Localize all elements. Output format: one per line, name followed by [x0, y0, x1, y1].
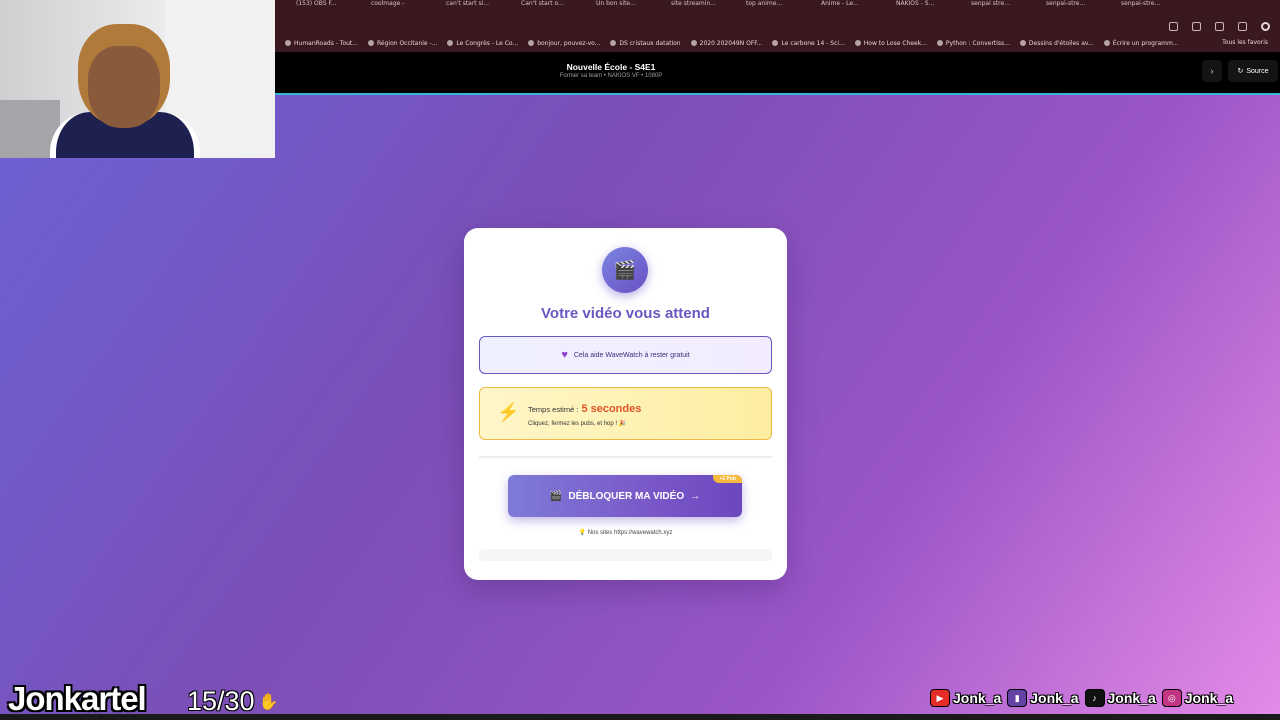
youtube-icon: ▶ [930, 689, 950, 707]
support-text: Cela aide WaveWatch à rester gratuit [573, 351, 690, 359]
bookmark-favicon-icon [854, 40, 861, 46]
browser-tab[interactable]: senpai-stre... [1040, 0, 1115, 8]
social-handle: Jonk_a [1107, 690, 1156, 706]
bookmark-label: Dessins d'étoiles av... [1028, 39, 1094, 47]
bookmark-item[interactable]: How to Lose Cheek... [854, 39, 927, 47]
bookmark-label: Écrire un programm... [1112, 39, 1179, 47]
source-label: Source [1246, 67, 1269, 75]
bookmark-favicon-icon [1019, 40, 1026, 46]
clapperboard-icon: 🎬 [602, 247, 648, 293]
star-icon[interactable] [1192, 22, 1201, 31]
sub-count-text: 15/30 [187, 686, 255, 716]
sub-goal: 15/30 ✋ [187, 686, 279, 717]
social-handle: Jonk_a [953, 690, 1002, 706]
bookmark-label: Le carbone 14 - Sci... [781, 39, 845, 47]
heart-icon: ♥ [561, 349, 568, 361]
lightning-icon: ⚡ [497, 402, 520, 422]
source-button[interactable]: ↻ Source [1228, 60, 1278, 82]
social-instagram: ◎ Jonk_a [1161, 689, 1233, 707]
bookmark-item[interactable]: HumanRoads - Tout... [285, 40, 358, 47]
cast-icon[interactable] [1169, 22, 1178, 31]
bookmark-label: Région Occitanie -... [377, 39, 438, 47]
browser-tab[interactable]: top anime... [740, 0, 815, 8]
twitch-icon: ▮ [1007, 689, 1028, 707]
social-twitch: ▮ Jonk_a [1007, 689, 1079, 707]
unlock-video-button[interactable]: 🎬 DÉBLOQUER MA VIDÉO → +1 Pub [508, 475, 742, 517]
modal-title: Votre vidéo vous attend [541, 305, 710, 322]
bookmark-item[interactable]: Écrire un programm... [1103, 39, 1179, 47]
time-hint: Cliquez, fermez les pubs, et hop ! 🎉 [528, 421, 627, 427]
bookmark-label: 2020 202049N OFF... [699, 39, 763, 47]
next-button[interactable]: › [1202, 60, 1222, 82]
streamer-name: Jonkartel [8, 680, 147, 717]
extensions-icon[interactable] [1215, 22, 1224, 31]
bookmark-item[interactable]: Dessins d'étoiles av... [1019, 39, 1094, 47]
bookmark-favicon-icon [285, 40, 291, 46]
bookmark-favicon-icon [528, 40, 535, 46]
bookmark-label: HumanRoads - Tout... [294, 39, 358, 47]
lightbulb-icon: 💡 [578, 530, 587, 536]
browser-tab[interactable]: coolmage - [365, 0, 440, 8]
browser-tab[interactable]: can't start si... [440, 0, 515, 8]
refresh-icon: ↻ [1237, 68, 1244, 75]
social-handle: Jonk_a [1030, 690, 1079, 706]
bookmark-label: DS cristaux datation [619, 39, 681, 47]
bookmark-label: Le Congrès - Le Co... [456, 39, 519, 47]
unlock-label: DÉBLOQUER MA VIDÉO [568, 490, 685, 502]
bookmark-label: How to Lose Cheek... [863, 39, 927, 47]
browser-tab[interactable]: Un bon site... [590, 0, 665, 8]
streamer-head [88, 46, 160, 128]
bookmark-item[interactable]: Région Occitanie -... [368, 40, 437, 47]
social-links: ▶ Jonk_a ▮ Jonk_a ♪ Jonk_a ◎ Jonk_a [930, 689, 1233, 707]
all-bookmarks-link[interactable]: Tous les favoris [1222, 39, 1268, 46]
bookmark-favicon-icon [368, 40, 374, 46]
bookmark-item[interactable]: bonjour, pouvez-vo... [528, 40, 600, 47]
bookmark-favicon-icon [447, 40, 454, 46]
taskbar-strip [0, 714, 1280, 720]
browser-tab[interactable]: Anime - Le... [815, 0, 890, 8]
time-value: 5 secondes [581, 403, 642, 415]
bookmark-item[interactable]: 2020 202049N OFF... [690, 39, 763, 47]
profile-icon[interactable] [1261, 22, 1270, 31]
browser-tab[interactable]: senpai stre... [965, 0, 1040, 8]
site-note-text: Nos sites https://wavewatch.xyz [587, 530, 673, 536]
instagram-icon: ◎ [1161, 689, 1182, 707]
tiktok-icon: ♪ [1084, 689, 1105, 707]
ad-count-badge: +1 Pub [713, 475, 742, 483]
bookmark-item[interactable]: DS cristaux datation [610, 39, 681, 47]
bookmark-favicon-icon [610, 40, 617, 46]
browser-tab[interactable]: (153) OBS F... [290, 0, 365, 8]
bookmark-favicon-icon [772, 40, 779, 46]
settings-icon[interactable] [1238, 22, 1247, 31]
social-handle: Jonk_a [1184, 690, 1233, 706]
site-note: 💡 Nos sites https://wavewatch.xyz [464, 529, 787, 536]
webcam-overlay [0, 0, 275, 158]
clapperboard-small-icon: 🎬 [549, 490, 563, 502]
social-youtube: ▶ Jonk_a [930, 689, 1001, 707]
bookmark-item[interactable]: Python : Convertiss... [936, 39, 1010, 47]
browser-tab[interactable]: Can't start o... [515, 0, 590, 8]
bookmark-favicon-icon [936, 40, 943, 46]
bookmark-favicon-icon [1103, 40, 1110, 46]
chevron-right-icon: › [1210, 66, 1214, 76]
arrow-right-icon: → [690, 490, 701, 502]
bookmark-item[interactable]: Le carbone 14 - Sci... [772, 39, 845, 47]
waving-hand-icon: ✋ [258, 693, 279, 711]
support-banner: ♥ Cela aide WaveWatch à rester gratuit [479, 336, 772, 374]
bookmark-item[interactable]: Le Congrès - Le Co... [447, 40, 518, 47]
bookmark-favicon-icon [690, 40, 697, 46]
estimated-time-box: ⚡ Temps estimé : 5 secondes Cliquez, fer… [479, 387, 772, 440]
bookmark-label: bonjour, pouvez-vo... [537, 39, 601, 47]
time-label: Temps estimé : [528, 405, 579, 414]
modal-footer [479, 549, 772, 561]
browser-tab[interactable]: site streamin... [665, 0, 740, 8]
browser-tab[interactable]: senpai-stre... [1115, 0, 1190, 8]
browser-tab-active[interactable]: NAKIOS - S... [890, 0, 965, 8]
bookmark-label: Python : Convertiss... [945, 39, 1010, 47]
unlock-modal: 🎬 Votre vidéo vous attend ♥ Cela aide Wa… [464, 228, 787, 580]
divider [479, 456, 772, 458]
social-tiktok: ♪ Jonk_a [1084, 689, 1156, 707]
